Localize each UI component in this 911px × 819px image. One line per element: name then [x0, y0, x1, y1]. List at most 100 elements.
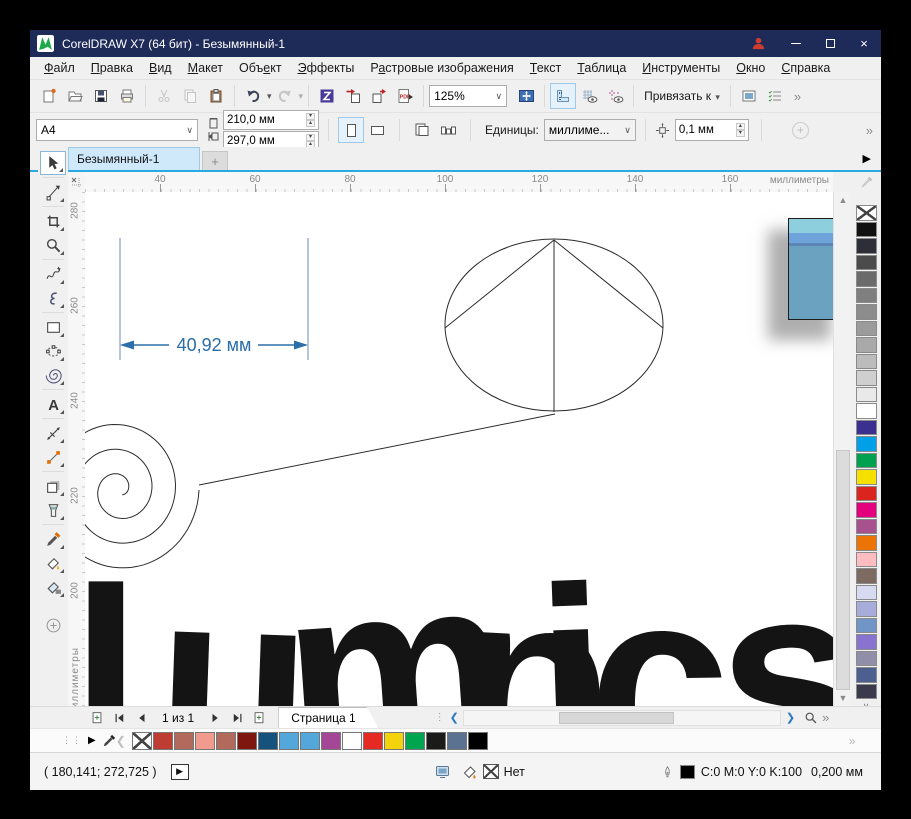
palette-eyedropper-icon[interactable]	[102, 734, 116, 748]
color-swatch[interactable]	[258, 732, 278, 750]
color-swatch[interactable]	[856, 684, 877, 700]
redo-dropdown-arrow[interactable]: ▾	[299, 91, 304, 102]
page-width-field[interactable]: 210,0 мм▾▴	[223, 110, 319, 130]
print-button[interactable]	[114, 83, 140, 109]
toolbar-overflow-chevrons[interactable]: »	[794, 89, 799, 104]
color-swatch[interactable]	[856, 420, 877, 436]
color-swatch[interactable]	[856, 321, 877, 337]
color-swatch[interactable]	[856, 387, 877, 403]
color-swatch[interactable]	[342, 732, 362, 750]
color-swatch[interactable]	[174, 732, 194, 750]
close-button[interactable]: ×	[847, 30, 881, 57]
color-swatch[interactable]	[856, 288, 877, 304]
scroll-up-arrow[interactable]: ▲	[834, 192, 852, 208]
color-swatch[interactable]	[216, 732, 236, 750]
import-button[interactable]	[340, 83, 366, 109]
connector-line[interactable]	[199, 414, 555, 485]
color-swatch[interactable]	[447, 732, 467, 750]
previous-page-button[interactable]	[130, 708, 152, 728]
menu-item[interactable]: Окно	[728, 58, 773, 78]
color-swatch[interactable]	[426, 732, 446, 750]
docker-flyout-arrow[interactable]: ▶	[863, 152, 871, 165]
page-tab[interactable]: Страница 1	[278, 707, 378, 728]
zoom-level-combo[interactable]: 125%∨	[429, 85, 507, 107]
color-swatch[interactable]	[856, 667, 877, 683]
open-button[interactable]	[62, 83, 88, 109]
fill-tool[interactable]	[40, 551, 66, 575]
drawing-canvas[interactable]: 40,92 мм lumpics	[85, 192, 833, 706]
ellipse-shape[interactable]	[445, 239, 663, 412]
color-swatch[interactable]	[856, 255, 877, 271]
color-swatch[interactable]	[195, 732, 215, 750]
scroll-right-arrow[interactable]: ❯	[786, 711, 795, 724]
dimension-annotation[interactable]: 40,92 мм	[120, 238, 308, 360]
color-swatch[interactable]	[856, 552, 877, 568]
horizontal-ruler[interactable]: миллиметры406080100120140160	[85, 172, 833, 192]
interactive-fill-tool[interactable]	[40, 575, 66, 599]
pagebar-overflow-chevrons[interactable]: »	[822, 710, 827, 725]
color-swatch[interactable]	[856, 222, 877, 238]
menu-item[interactable]: Файл	[36, 58, 83, 78]
color-swatch[interactable]	[856, 354, 877, 370]
color-swatch[interactable]	[363, 732, 383, 750]
new-tab-button[interactable]: +	[202, 151, 228, 170]
all-pages-layout-button[interactable]	[435, 117, 461, 143]
menu-item[interactable]: Макет	[180, 58, 231, 78]
lumpics-logo-text[interactable]: lumpics	[85, 522, 833, 706]
dimension-tool[interactable]	[40, 421, 66, 445]
crop-tool[interactable]	[40, 209, 66, 233]
show-grid-button[interactable]	[576, 83, 602, 109]
export-button[interactable]	[366, 83, 392, 109]
color-swatch[interactable]	[153, 732, 173, 750]
artistic-media-tool[interactable]	[40, 286, 66, 310]
options-button[interactable]	[736, 83, 762, 109]
color-swatch[interactable]	[856, 519, 877, 535]
color-swatch[interactable]	[856, 502, 877, 518]
sampled-color-button[interactable]	[852, 172, 881, 192]
add-control-button[interactable]: +	[792, 122, 809, 139]
next-page-button[interactable]	[204, 708, 226, 728]
document-tab[interactable]: Безымянный-1	[68, 147, 200, 170]
menu-item[interactable]: Вид	[141, 58, 180, 78]
color-swatch[interactable]	[856, 370, 877, 386]
new-document-button[interactable]	[36, 83, 62, 109]
customize-toolbox-button[interactable]	[40, 613, 66, 637]
menu-item[interactable]: Справка	[773, 58, 838, 78]
connector-tool[interactable]	[40, 445, 66, 469]
pick-tool[interactable]	[40, 151, 66, 175]
text-tool[interactable]: A	[40, 392, 66, 416]
color-swatch[interactable]	[856, 453, 877, 469]
color-swatch[interactable]	[856, 601, 877, 617]
color-eyedropper-tool[interactable]	[40, 527, 66, 551]
color-swatch[interactable]	[856, 634, 877, 650]
color-swatch[interactable]	[856, 271, 877, 287]
menu-item[interactable]: Объект	[231, 58, 290, 78]
palette-flyout-arrow[interactable]: ▶	[88, 735, 96, 746]
color-swatch[interactable]	[279, 732, 299, 750]
horizontal-scroll-thumb[interactable]	[559, 712, 674, 724]
vertical-scroll-thumb[interactable]	[836, 450, 850, 690]
undo-button[interactable]	[240, 83, 266, 109]
document-properties-icon[interactable]	[434, 764, 451, 780]
menu-item[interactable]: Эффекты	[290, 58, 363, 78]
palette-scroll-left[interactable]: ❮	[116, 734, 126, 748]
color-swatch[interactable]	[856, 403, 877, 419]
zoom-fit-button[interactable]	[513, 83, 539, 109]
transparency-tool[interactable]	[40, 498, 66, 522]
propbar-overflow-chevrons[interactable]: »	[866, 123, 871, 138]
color-swatch[interactable]	[856, 486, 877, 502]
ellipse-tool[interactable]	[40, 339, 66, 363]
color-swatch[interactable]	[300, 732, 320, 750]
color-swatch[interactable]	[468, 732, 488, 750]
cut-button[interactable]	[151, 83, 177, 109]
app-launcher-button[interactable]	[314, 83, 340, 109]
palette-grip[interactable]: ⋮⋮	[62, 737, 82, 744]
nudge-field[interactable]: 0,1 мм▴▾	[675, 119, 749, 141]
no-color-swatch[interactable]	[132, 732, 152, 750]
paste-button[interactable]	[203, 83, 229, 109]
add-page-after-button[interactable]	[248, 708, 270, 728]
spiral-tool[interactable]	[40, 363, 66, 387]
current-page-layout-button[interactable]	[409, 117, 435, 143]
first-page-button[interactable]	[108, 708, 130, 728]
menu-item[interactable]: Текст	[522, 58, 569, 78]
